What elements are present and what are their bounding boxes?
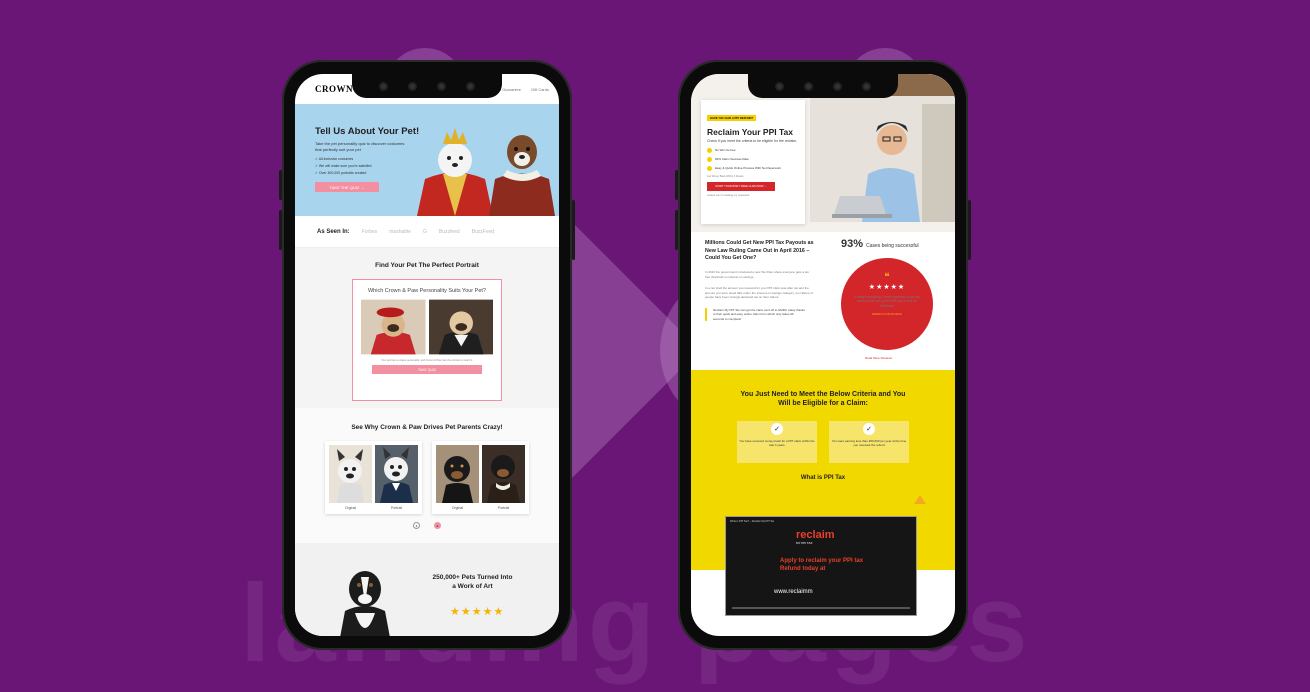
claim-card: HAVE YOU HAD A PPI REFUND? Reclaim Your … <box>701 100 805 224</box>
caption: Portrait <box>390 506 403 510</box>
info-section: Millions Could Get New PPI Tax Payouts a… <box>691 232 955 370</box>
hero-subtitle: Check if you meet the criteria to be eli… <box>707 139 798 143</box>
check-icon <box>707 165 712 171</box>
bernese-dog-image <box>340 571 390 636</box>
success-rate: 93% Cases being successful <box>841 238 919 250</box>
take-quiz-button[interactable]: TAKE QUIZ <box>372 365 482 375</box>
dog-portrait-image <box>489 135 555 216</box>
press-logo: G <box>422 228 427 235</box>
caption: Orginal <box>344 506 357 510</box>
reclaim-logo: reclaim MY PPI TAX <box>796 529 835 545</box>
bulldog-photo-image <box>329 445 372 503</box>
criteria-text: You have received money back for a PPI c… <box>739 438 815 448</box>
section-title: Find Your Pet The Perfect Portrait <box>375 262 479 269</box>
pug-photo-image <box>361 299 426 355</box>
carousel-dot[interactable]: 2 <box>434 522 441 529</box>
video-title: What is PPI Tax? – Reclaim My PPI Tax <box>730 520 775 523</box>
section-title: See Why Crown & Paw Drives Pet Parents C… <box>351 424 503 431</box>
reviewer-name: REBECCA BURGESS <box>872 312 902 317</box>
rottweiler-portrait-image <box>482 445 525 503</box>
check-icon: ✓ <box>771 422 783 435</box>
tag-badge: HAVE YOU HAD A PPI REFUND? <box>707 115 757 121</box>
paragraph: In a nut shell the amount you received f… <box>705 286 813 300</box>
paragraph: In 2016 the government introduced a new … <box>705 270 809 279</box>
video-player[interactable]: What is PPI Tax? – Reclaim My PPI Tax re… <box>725 495 926 616</box>
dog-portrait-image <box>417 128 493 216</box>
screen-reclaim-ppi: HAVE YOU HAD A PPI REFUND? Reclaim Your … <box>691 74 955 636</box>
as-seen-in-bar: As Seen In: Forbes mashable G Buzzfeed B… <box>295 216 559 248</box>
press-logo: Buzzfeed <box>438 228 460 235</box>
criteria-section: You Just Need to Meet the Below Criteria… <box>691 370 955 616</box>
press-logo: mashable <box>389 228 411 235</box>
find-portrait-section: Find Your Pet The Perfect Portrait Which… <box>295 248 559 408</box>
carousel-dots: 1 2 <box>295 522 559 529</box>
review-text: It really is amazing, I never expected t… <box>854 295 920 308</box>
quote-icon: ❝ <box>884 272 890 283</box>
phone-right: HAVE YOU HAD A PPI REFUND? Reclaim Your … <box>675 60 971 650</box>
hero-title: Reclaim Your PPI Tax <box>707 127 793 137</box>
start-claim-button[interactable]: START YOUR RISKY FREE CLAIM NOW → <box>707 181 775 191</box>
video-url: www.reclaimm <box>774 589 813 595</box>
rating-stars: ★★★★★ <box>450 606 505 618</box>
review-badge: ❝ ★★★★★ It really is amazing, I never ex… <box>841 258 933 350</box>
press-logo: Forbes <box>361 228 378 235</box>
quiz-card: Which Crown & Paw Personality Suits Your… <box>352 279 502 401</box>
as-seen-in-label: As Seen In: <box>317 228 350 235</box>
check-icon: ✓ <box>863 422 875 435</box>
caption: Orginal <box>451 506 464 510</box>
press-logo: BuzzFeed <box>471 228 495 235</box>
criteria-title: You Just Need to Meet the Below Criteria… <box>740 391 906 408</box>
rottweiler-photo-image <box>436 445 479 503</box>
headline: Millions Could Get New PPI Tax Payouts a… <box>705 240 814 262</box>
screen-crown-paw: CROWN & PAW Satisfaction Guarantee Gift … <box>295 74 559 636</box>
video-progress-bar[interactable] <box>732 607 910 609</box>
pug-portrait-image <box>428 299 493 355</box>
quiz-question: Which Crown & Paw Personality Suits Your… <box>367 288 486 294</box>
bulldog-portrait-image <box>375 445 418 503</box>
footer-note: Looked over to tracking our requested <box>707 193 750 197</box>
criteria-text: You were earning less than £50,000 per y… <box>831 438 907 448</box>
pets-title: 250,000+ Pets Turned Into a Work of Art <box>432 574 513 591</box>
criteria-card: ✓ You were earning less than £50,000 per… <box>829 420 909 463</box>
caption: Portrait <box>497 506 510 510</box>
check-icon <box>707 156 712 162</box>
success-rate-label: Cases being successful <box>866 243 919 249</box>
callout: Reclaim My PPI Tax can get the claim sen… <box>705 307 805 322</box>
small-note: Get Money Back Within 4 Weeks <box>707 174 744 178</box>
header-link[interactable]: Gift Cards <box>531 87 549 92</box>
comparison-card: Orginal Portrait <box>325 441 422 514</box>
what-is-title: What is PPI Tax <box>800 474 846 481</box>
rating-stars: ★★★★★ <box>868 284 906 291</box>
list-item: No Win No Fee <box>707 147 799 153</box>
see-why-section: See Why Crown & Paw Drives Pet Parents C… <box>295 408 559 543</box>
carousel-dot[interactable]: 1 <box>413 522 420 529</box>
hero-subtitle: Take the pet personality quiz to discove… <box>315 141 405 152</box>
phone-left: CROWN & PAW Satisfaction Guarantee Gift … <box>279 60 575 650</box>
list-item: 93% Claim Success Rate <box>707 156 799 162</box>
triangle-icon <box>914 495 926 504</box>
check-icon <box>707 147 712 153</box>
read-more-link[interactable]: Read More Reviews <box>865 356 892 360</box>
criteria-card: ✓ You have received money back for a PPI… <box>737 420 817 463</box>
pets-section: 250,000+ Pets Turned Into a Work of Art … <box>295 543 559 636</box>
comparison-card: Orginal Portrait <box>432 441 529 514</box>
quiz-description: Your pet has a unique personality, and C… <box>381 359 473 363</box>
video-text: Apply to reclaim your PPI tax Refund tod… <box>780 558 864 573</box>
take-quiz-button[interactable]: TAKE THE QUIZ → <box>315 182 379 192</box>
hero-section: Tell Us About Your Pet! Take the pet per… <box>295 104 559 216</box>
list-item: Easy & Quick Online Process With No Pape… <box>707 165 799 171</box>
